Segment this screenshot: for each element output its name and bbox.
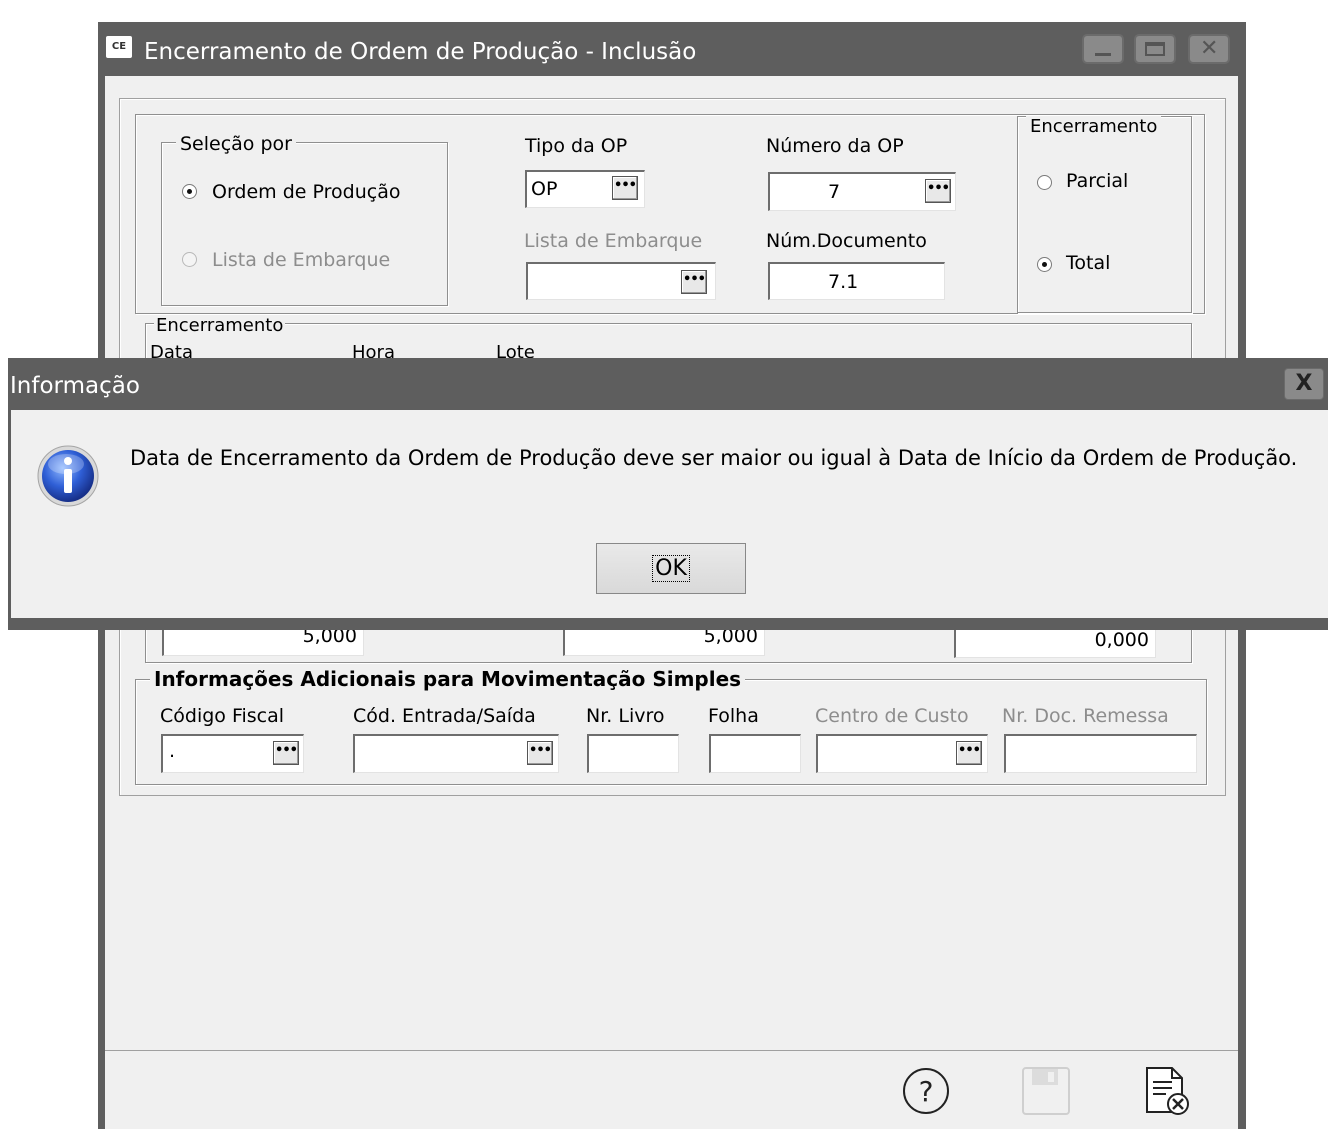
codigo-fiscal-label: Código Fiscal xyxy=(160,705,285,727)
folha-field[interactable] xyxy=(709,734,801,773)
nr-livro-label: Nr. Livro xyxy=(586,705,665,727)
lista-embarque-label: Lista de Embarque xyxy=(524,230,703,252)
radio-lista-embarque xyxy=(182,252,197,267)
window-title: Encerramento de Ordem de Produção - Incl… xyxy=(144,39,697,65)
maximize-button[interactable] xyxy=(1134,34,1176,64)
num-documento-label: Núm.Documento xyxy=(766,230,927,252)
ok-button[interactable]: OK xyxy=(596,543,746,594)
tipo-op-lookup-button[interactable]: ••• xyxy=(612,176,638,200)
centro-custo-label: Centro de Custo xyxy=(815,705,969,727)
dialog-message: Data de Encerramento da Ordem de Produçã… xyxy=(130,446,1298,470)
nr-doc-remessa-field[interactable] xyxy=(1004,734,1197,773)
app-icon: CE xyxy=(106,36,132,58)
save-button xyxy=(1021,1066,1071,1116)
close-button[interactable]: ✕ xyxy=(1188,34,1230,64)
close-icon: ✕ xyxy=(1200,36,1219,61)
cod-entrada-saida-label: Cód. Entrada/Saída xyxy=(353,705,536,727)
close-icon: X xyxy=(1295,371,1313,396)
cod-entrada-saida-lookup-button[interactable]: ••• xyxy=(527,741,553,765)
radio-total-label: Total xyxy=(1066,252,1111,274)
info-adicionais-legend: Informações Adicionais para Movimentação… xyxy=(150,667,746,691)
numero-op-label: Número da OP xyxy=(766,135,904,157)
cancel-document-icon xyxy=(1146,1067,1189,1115)
save-icon xyxy=(1022,1067,1070,1115)
radio-total[interactable] xyxy=(1037,257,1052,272)
lista-embarque-lookup-button[interactable]: ••• xyxy=(681,270,707,294)
minimize-icon xyxy=(1095,53,1111,56)
nr-livro-field[interactable] xyxy=(587,734,679,773)
maximize-icon xyxy=(1145,42,1165,56)
minimize-button[interactable] xyxy=(1082,34,1124,64)
folha-label: Folha xyxy=(708,705,759,727)
svg-text:?: ? xyxy=(919,1075,934,1108)
selecao-group xyxy=(161,142,448,306)
selecao-legend: Seleção por xyxy=(176,133,296,155)
codigo-fiscal-lookup-button[interactable]: ••• xyxy=(273,741,299,765)
cancel-document-button[interactable] xyxy=(1142,1066,1192,1118)
help-icon: ? xyxy=(903,1068,949,1114)
ok-button-label: OK xyxy=(652,555,690,582)
encerramento-legend: Encerramento xyxy=(154,315,286,336)
numero-op-lookup-button[interactable]: ••• xyxy=(925,179,951,203)
radio-ordem-producao-label: Ordem de Produção xyxy=(212,181,401,203)
toolbar-separator xyxy=(105,1050,1238,1051)
help-button[interactable]: ? xyxy=(901,1066,951,1116)
tipo-op-label: Tipo da OP xyxy=(525,135,628,157)
radio-lista-embarque-label: Lista de Embarque xyxy=(212,249,391,271)
radio-parcial-label: Parcial xyxy=(1066,170,1129,192)
centro-custo-lookup-button[interactable]: ••• xyxy=(956,741,982,765)
num-documento-field[interactable]: 7.1 xyxy=(768,262,945,300)
dialog-close-button[interactable]: X xyxy=(1284,368,1324,400)
nr-doc-remessa-label: Nr. Doc. Remessa xyxy=(1002,705,1169,727)
info-icon xyxy=(36,444,100,508)
encerramento-tipo-group xyxy=(1017,116,1192,313)
radio-parcial[interactable] xyxy=(1037,175,1052,190)
encerramento-tipo-legend: Encerramento xyxy=(1026,116,1162,137)
radio-ordem-producao[interactable] xyxy=(182,184,197,199)
dialog-title: Informação xyxy=(10,373,140,399)
